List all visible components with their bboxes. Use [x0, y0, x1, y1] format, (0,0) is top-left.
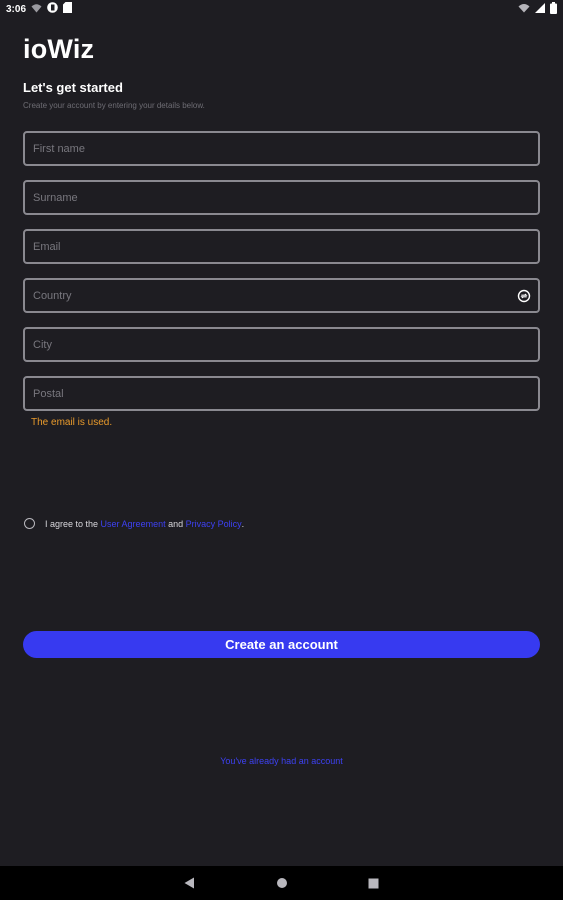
agreement-conjunction: and: [165, 518, 186, 529]
already-have-account-link[interactable]: You've already had an account: [0, 756, 563, 766]
country-field[interactable]: [23, 278, 540, 313]
wifi-notification-icon: [31, 3, 42, 16]
sd-card-icon: [63, 2, 73, 16]
app-notification-icon: [47, 2, 58, 16]
city-input[interactable]: [25, 329, 538, 360]
first-name-input[interactable]: [25, 133, 538, 164]
country-input[interactable]: [25, 280, 538, 311]
page-headline: Let's get started: [23, 80, 123, 95]
recents-square-icon[interactable]: [367, 876, 381, 890]
sign-up-screen: 3:06 ioWiz Let's get started Create your…: [0, 0, 563, 900]
agreement-row: I agree to the User Agreement and Privac…: [24, 518, 244, 529]
first-name-field[interactable]: [23, 131, 540, 166]
privacy-policy-link[interactable]: Privacy Policy: [186, 519, 242, 529]
postal-field[interactable]: [23, 376, 540, 411]
battery-icon: [550, 1, 557, 17]
agreement-radio[interactable]: [24, 518, 35, 529]
back-triangle-icon[interactable]: [183, 876, 197, 890]
wifi-icon: [518, 3, 530, 16]
email-input[interactable]: [25, 231, 538, 262]
postal-input[interactable]: [25, 378, 538, 409]
status-bar: 3:06: [0, 0, 563, 18]
app-title: ioWiz: [23, 34, 95, 64]
email-error-message: The email is used.: [31, 417, 113, 428]
agreement-prefix: I agree to the: [45, 518, 101, 529]
city-field[interactable]: [23, 327, 540, 362]
user-agreement-link[interactable]: User Agreement: [101, 519, 166, 529]
email-field[interactable]: [23, 229, 540, 264]
page-subtitle: Create your account by entering your det…: [23, 101, 205, 110]
signal-icon: [535, 2, 545, 16]
navigation-bar: [0, 866, 563, 900]
create-account-button[interactable]: Create an account: [23, 631, 540, 658]
status-bar-left: 3:06: [6, 2, 73, 16]
surname-field[interactable]: [23, 180, 540, 215]
status-bar-right: [518, 1, 557, 17]
agreement-suffix: .: [241, 518, 245, 529]
surname-input[interactable]: [25, 182, 538, 213]
status-time: 3:06: [6, 3, 27, 15]
home-circle-icon[interactable]: [275, 876, 289, 890]
country-picker-icon[interactable]: [517, 289, 531, 303]
